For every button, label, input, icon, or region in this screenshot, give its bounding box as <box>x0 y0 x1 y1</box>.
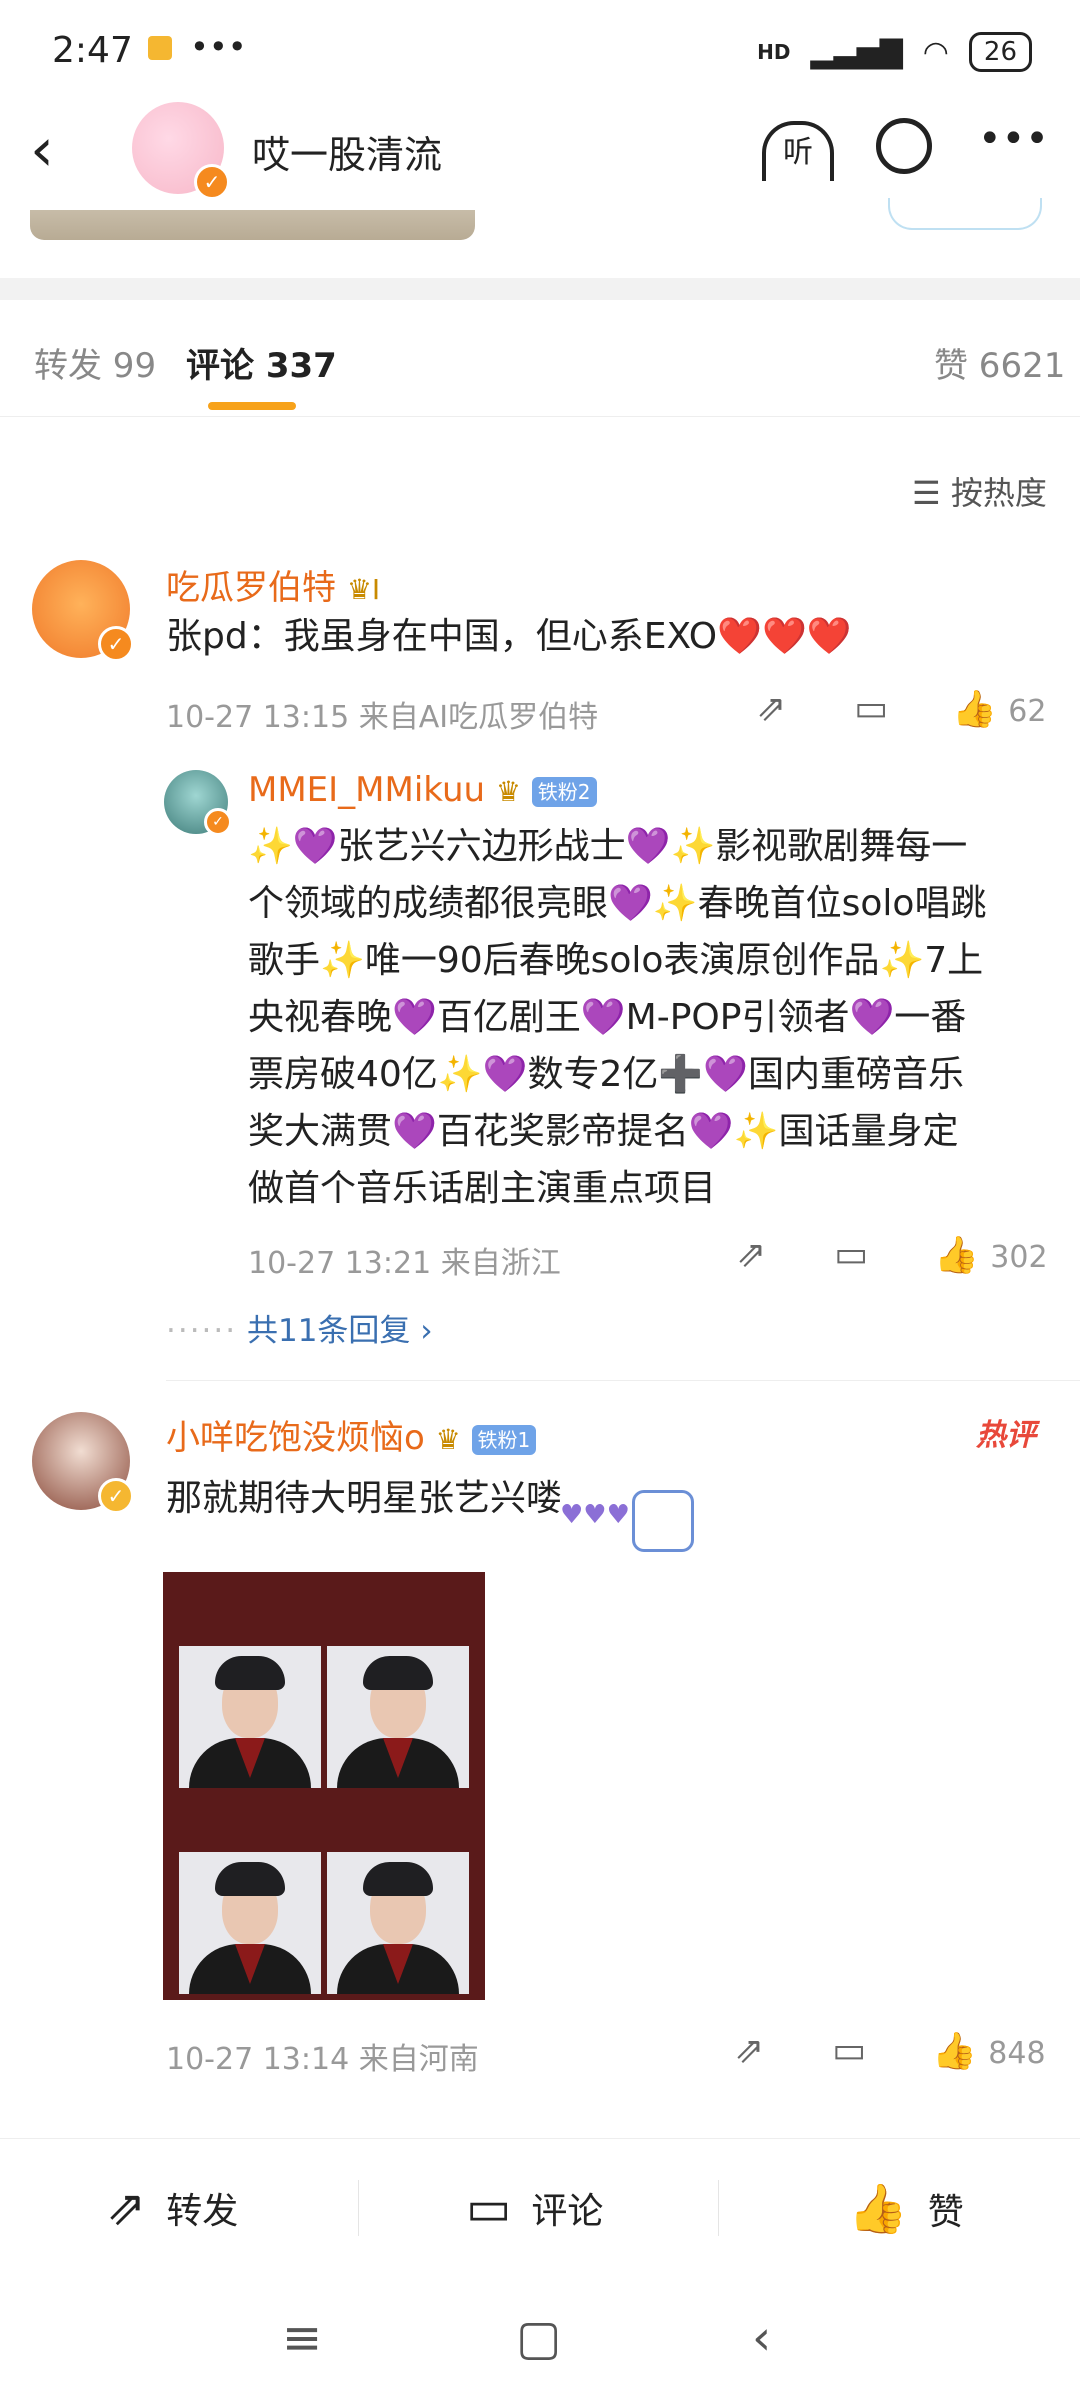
hot-comment-badge: 热评 <box>976 1418 1036 1453</box>
status-indicators: HD ▂▃▅▇ ◠ 26 <box>757 32 1032 72</box>
search-icon <box>876 118 932 174</box>
crown-badge-icon: ♛ <box>435 1423 461 1456</box>
repost-button[interactable]: ⇗ 转发 <box>106 2180 238 2236</box>
comment-icon: ▭ <box>466 2180 512 2236</box>
tab-bar <box>0 300 1080 417</box>
reply-line: 做首个音乐话剧主演重点项目 <box>248 1168 717 1209</box>
tab-comments[interactable]: 评论 337 <box>186 338 337 387</box>
like-button[interactable]: 👍 302 <box>934 1234 1048 1276</box>
comment-button[interactable]: ▭ 评论 <box>466 2180 603 2236</box>
status-time: 2:47 <box>52 30 133 71</box>
comment-text: 那就期待大明星张艺兴喽 <box>166 1478 563 1519</box>
divider <box>358 2180 359 2236</box>
comment-meta: 10-27 13:15 来自AI吃瓜罗伯特 <box>166 700 599 735</box>
like-button[interactable]: 👍 62 <box>952 688 1046 730</box>
verified-badge-icon: ✓ <box>204 808 232 836</box>
reply-line: 歌手✨唯一90后春晚solo表演原创作品✨7上 <box>248 940 984 981</box>
comment-text: 张pd：我虽身在中国，但心系EXO❤️❤️❤️ <box>166 616 852 657</box>
section-separator <box>0 278 1080 300</box>
divider <box>166 1380 1080 1381</box>
photo-cell <box>327 1852 469 1994</box>
reply-icon[interactable]: ▭ <box>834 1234 868 1275</box>
wifi-icon: ◠ <box>922 34 949 70</box>
repost-label: 转发 <box>166 2191 239 2232</box>
reply-username[interactable]: MMEI_MMikuu ♛ 铁粉2 <box>248 770 597 810</box>
photo-cell <box>179 1646 321 1788</box>
reply-icon[interactable]: ▭ <box>832 2030 866 2071</box>
post-image-preview[interactable] <box>30 210 475 240</box>
tab-active-indicator <box>208 402 296 410</box>
reply-text: ✨💜张艺兴六边形战士💜✨影视歌剧舞每一 个领域的成绩都很亮眼💜✨春晚首位solo… <box>248 818 1068 1217</box>
tab-likes[interactable]: 赞 6621 <box>934 338 1065 387</box>
sort-button[interactable]: ☰ 按热度 <box>912 468 1047 514</box>
comment-photo[interactable] <box>163 1572 485 2000</box>
verified-badge-icon: ✓ <box>194 164 230 200</box>
thumbs-up-icon: 👍 <box>952 689 997 730</box>
comment-meta: 10-27 13:14 来自河南 <box>166 2042 479 2077</box>
photo-cell <box>327 1646 469 1788</box>
verified-badge-icon: ✓ <box>98 1478 134 1514</box>
thumbs-up-icon: 👍 <box>934 1235 979 1276</box>
like-post-button[interactable]: 👍 赞 <box>848 2180 964 2237</box>
reply-meta: 10-27 13:21 来自浙江 <box>248 1246 561 1281</box>
more-notifications-icon: ••• <box>190 28 247 66</box>
divider <box>718 2180 719 2236</box>
signal-icon: ▂▃▅▇ <box>810 34 903 70</box>
username-text: 小咩吃饱没烦恼o <box>166 1418 425 1458</box>
more-button[interactable]: ••• <box>978 116 1049 162</box>
search-button[interactable] <box>876 118 932 186</box>
share-icon[interactable]: ⇗ <box>734 2030 764 2071</box>
verified-badge-icon: ✓ <box>98 626 134 662</box>
tab-repost[interactable]: 转发 99 <box>34 338 156 387</box>
status-bar: 2:47 ••• HD ▂▃▅▇ ◠ 26 <box>0 0 1080 100</box>
dotted-line: ······ <box>166 1313 238 1349</box>
thumbs-up-icon: 👍 <box>932 2031 977 2072</box>
battery-indicator: 26 <box>968 32 1032 72</box>
share-icon[interactable]: ⇗ <box>736 1234 766 1275</box>
username-text: 吃瓜罗伯特 <box>166 568 336 608</box>
thumbs-up-icon: 👍 <box>848 2181 908 2237</box>
network-label: HD <box>757 40 791 64</box>
back-button[interactable]: ‹ <box>30 120 54 180</box>
listen-button[interactable]: 听 <box>762 118 834 181</box>
menu-icon[interactable]: ≡ <box>282 2310 322 2366</box>
back-nav-icon[interactable]: ‹ <box>752 2310 771 2366</box>
like-count: 848 <box>988 2036 1046 2071</box>
notification-icon <box>148 36 172 60</box>
bunny-sticker-icon <box>632 1490 694 1552</box>
fan-badge: 铁粉1 <box>471 1424 537 1455</box>
comment-username[interactable]: 小咩吃饱没烦恼o ♛ 铁粉1 <box>166 1410 537 1459</box>
reply-line: 奖大满贯💜百花奖影帝提名💜✨国话量身定 <box>248 1111 959 1152</box>
hearts-sticker-icon: ♥♥♥ <box>560 1500 630 1530</box>
share-icon[interactable]: ⇗ <box>756 688 786 729</box>
share-icon: ⇗ <box>106 2180 147 2236</box>
reply-line: 票房破40亿✨💜数专2亿➕💜国内重磅音乐 <box>248 1054 965 1095</box>
sort-icon: ☰ <box>912 474 941 512</box>
preview-action-button[interactable] <box>888 198 1042 230</box>
fan-badge: 铁粉2 <box>531 776 597 807</box>
crown-badge-icon: ♛Ⅰ <box>346 573 381 606</box>
like-count: 62 <box>1008 694 1047 729</box>
reply-line: ✨💜张艺兴六边形战士💜✨影视歌剧舞每一 <box>248 826 968 867</box>
like-button[interactable]: 👍 848 <box>932 2030 1046 2072</box>
more-replies-link[interactable]: ······ 共11条回复 › <box>166 1305 433 1350</box>
more-replies-label: 共11条回复 <box>246 1313 411 1349</box>
like-label: 赞 <box>927 2191 964 2233</box>
chevron-right-icon: › <box>420 1313 433 1349</box>
username-text: MMEI_MMikuu <box>248 770 486 810</box>
header-title: 哎一股清流 <box>252 133 443 177</box>
reply-line: 央视春晚💜百亿剧王💜M-POP引领者💜一番 <box>248 997 967 1038</box>
photo-cell <box>179 1852 321 1994</box>
home-icon[interactable]: ▢ <box>516 2310 561 2366</box>
comment-label: 评论 <box>531 2191 604 2232</box>
sort-label: 按热度 <box>950 474 1047 512</box>
headphones-icon: 听 <box>762 121 834 181</box>
crown-badge-icon: ♛ <box>495 775 521 808</box>
like-count: 302 <box>990 1240 1048 1275</box>
reply-icon[interactable]: ▭ <box>854 688 888 729</box>
reply-line: 个领域的成绩都很亮眼💜✨春晚首位solo唱跳 <box>248 883 987 924</box>
comment-username[interactable]: 吃瓜罗伯特 ♛Ⅰ <box>166 560 380 609</box>
